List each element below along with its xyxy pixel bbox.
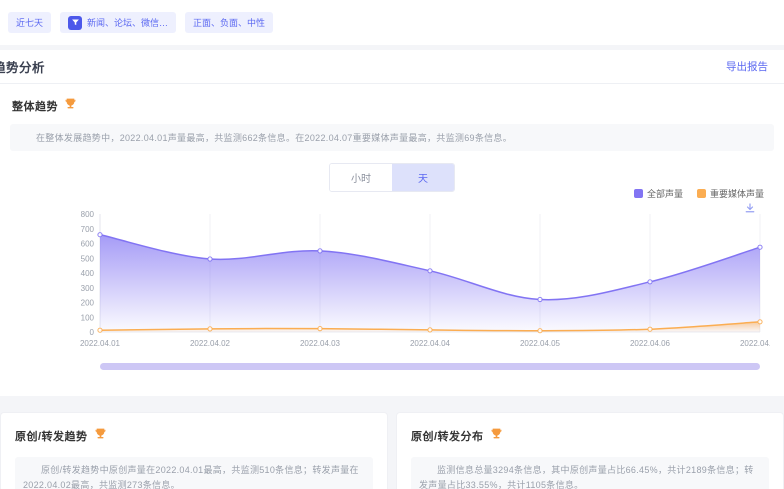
trophy-icon xyxy=(94,427,107,445)
card-summary: 原创/转发趋势中原创声量在2022.04.01最高，共监测510条信息；转发声量… xyxy=(15,457,373,489)
panel-header: 趋势分析 导出报告 xyxy=(0,50,784,84)
card-summary: 监测信息总量3294条信息，其中原创声量占比66.45%，共计2189条信息；转… xyxy=(411,457,769,489)
card-original-forward-distribution: 原创/转发分布 监测信息总量3294条信息，其中原创声量占比66.45%，共计2… xyxy=(396,412,784,489)
legend-swatch-purple xyxy=(634,189,643,198)
svg-text:800: 800 xyxy=(81,210,95,219)
filter-chip-label: 近七天 xyxy=(16,16,43,29)
toggle-day-button[interactable]: 天 xyxy=(392,164,454,191)
overall-trend-summary: 在整体发展趋势中，2022.04.01声量最高，共监测662条信息。在2022.… xyxy=(10,124,774,151)
svg-text:2022.04.05: 2022.04.05 xyxy=(520,339,561,348)
trend-analysis-panel: 趋势分析 导出报告 整体趋势 在整体发展趋势中，2022.04.01声量最高，共… xyxy=(0,50,784,396)
svg-text:700: 700 xyxy=(81,225,95,234)
filter-bar: 近七天 新闻、论坛、微信… 正面、负面、中性 xyxy=(0,0,784,45)
svg-text:500: 500 xyxy=(81,254,95,263)
svg-text:0: 0 xyxy=(90,328,95,337)
card-title: 原创/转发趋势 xyxy=(15,428,88,444)
trophy-icon xyxy=(64,97,77,115)
trophy-icon xyxy=(490,427,503,445)
filter-chip-sources[interactable]: 新闻、论坛、微信… xyxy=(60,12,176,33)
legend-swatch-orange xyxy=(697,189,706,198)
svg-text:2022.04.07: 2022.04.07 xyxy=(740,339,770,348)
legend-label: 重要媒体声量 xyxy=(710,187,764,200)
page: 近七天 新闻、论坛、微信… 正面、负面、中性 趋势分析 导出报告 整体趋势 xyxy=(0,0,784,489)
card-original-forward-trend: 原创/转发趋势 原创/转发趋势中原创声量在2022.04.01最高，共监测510… xyxy=(0,412,388,489)
chart-download-icon[interactable] xyxy=(744,201,756,219)
granularity-toggle: 小时 天 xyxy=(329,163,455,192)
overall-trend-title-row: 整体趋势 xyxy=(12,97,784,115)
svg-text:300: 300 xyxy=(81,284,95,293)
chart-legend: 全部声量 重要媒体声量 xyxy=(634,187,764,200)
toggle-hour-button[interactable]: 小时 xyxy=(330,164,392,191)
datazoom-slider[interactable] xyxy=(100,363,760,370)
trend-chart-svg[interactable]: 0 100 200 300 400 500 600 700 800 2022.04.01 2022.… xyxy=(60,204,770,354)
export-report-link[interactable]: 导出报告 xyxy=(726,59,768,74)
svg-text:2022.04.03: 2022.04.03 xyxy=(300,339,341,348)
filter-chip-label: 新闻、论坛、微信… xyxy=(87,16,168,29)
legend-item-key-media-volume[interactable]: 重要媒体声量 xyxy=(697,187,764,200)
svg-text:600: 600 xyxy=(81,240,95,249)
summary-text: 在整体发展趋势中，2022.04.01声量最高，共监测662条信息。在2022.… xyxy=(36,133,512,143)
overall-trend-title: 整体趋势 xyxy=(12,98,58,114)
svg-text:2022.04.01: 2022.04.01 xyxy=(80,339,121,348)
filter-chip-date-range[interactable]: 近七天 xyxy=(8,12,51,33)
svg-text:200: 200 xyxy=(81,299,95,308)
svg-text:2022.04.04: 2022.04.04 xyxy=(410,339,451,348)
card-title-row: 原创/转发分布 xyxy=(411,427,769,445)
bottom-section: 原创/转发趋势 原创/转发趋势中原创声量在2022.04.01最高，共监测510… xyxy=(0,396,784,489)
filter-chip-sentiment[interactable]: 正面、负面、中性 xyxy=(185,12,273,33)
svg-text:400: 400 xyxy=(81,269,95,278)
legend-item-total-volume[interactable]: 全部声量 xyxy=(634,187,683,200)
sources-badge-icon xyxy=(68,16,82,30)
card-title-row: 原创/转发趋势 xyxy=(15,427,373,445)
page-title: 趋势分析 xyxy=(0,57,45,76)
card-title: 原创/转发分布 xyxy=(411,428,484,444)
svg-text:100: 100 xyxy=(81,313,95,322)
svg-text:2022.04.02: 2022.04.02 xyxy=(190,339,231,348)
legend-label: 全部声量 xyxy=(647,187,683,200)
svg-text:2022.04.06: 2022.04.06 xyxy=(630,339,671,348)
filter-chip-label: 正面、负面、中性 xyxy=(193,16,265,29)
